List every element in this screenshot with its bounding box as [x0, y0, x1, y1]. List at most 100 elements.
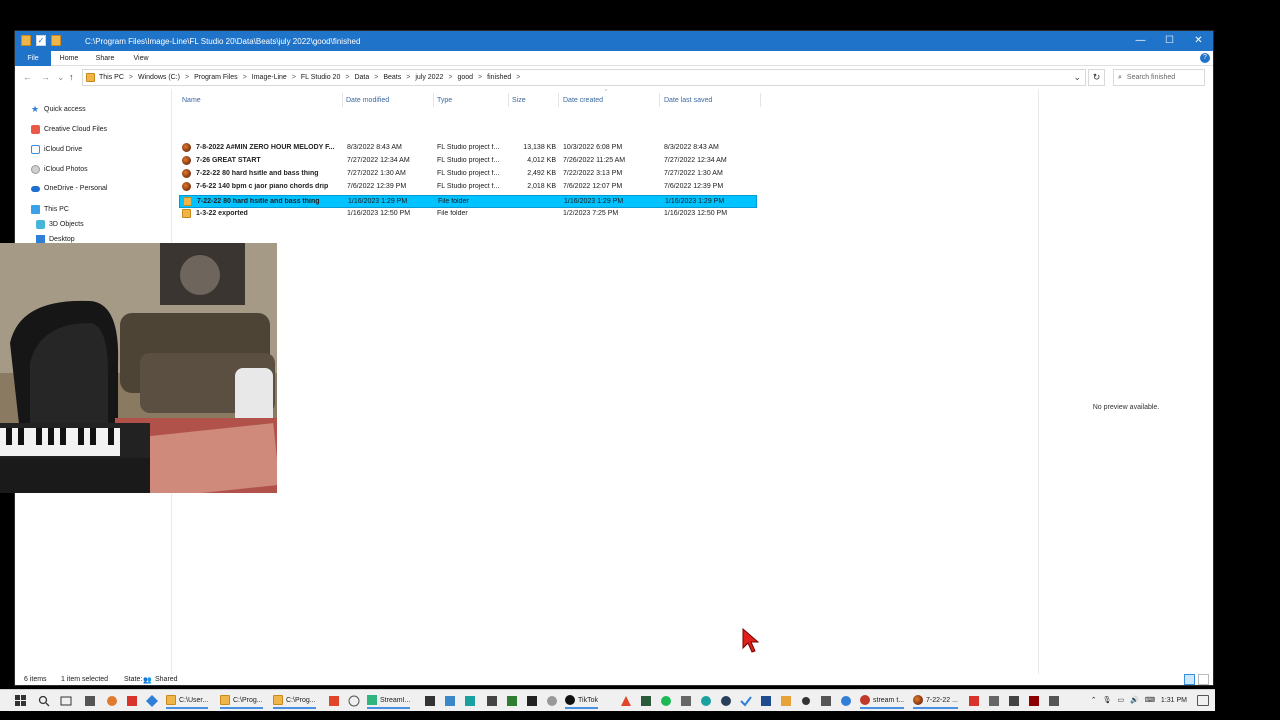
new-folder-icon[interactable]	[51, 35, 61, 46]
taskbar-app-fl-studio[interactable]: 7-22-22 ...	[913, 693, 958, 709]
browser-icon[interactable]	[840, 695, 852, 707]
column-header-type[interactable]: Type	[437, 97, 452, 104]
tab-file[interactable]: File	[15, 51, 51, 66]
keyboard-icon[interactable]: ⌨	[1145, 696, 1155, 704]
table-row[interactable]: 7-6-22 140 bpm c jaor piano chords drip …	[179, 181, 757, 194]
refresh-button[interactable]: ↻	[1088, 69, 1105, 86]
chevron-right-icon[interactable]: >	[374, 74, 378, 81]
chevron-right-icon[interactable]: >	[292, 74, 296, 81]
breadcrumb-item[interactable]: Windows (C:)	[138, 74, 180, 81]
volume-icon[interactable]: 🔊	[1130, 696, 1139, 704]
properties-icon[interactable]: ✓	[36, 35, 46, 46]
breadcrumb-item[interactable]: Data	[354, 74, 369, 81]
table-row-selected[interactable]: 7-22-22 80 hard hsitle and bass thing 1/…	[179, 195, 757, 208]
tab-view[interactable]: View	[125, 51, 157, 66]
app-icon[interactable]	[1008, 695, 1020, 707]
app-icon[interactable]	[780, 695, 792, 707]
chevron-right-icon[interactable]: >	[243, 74, 247, 81]
column-divider[interactable]	[659, 93, 660, 107]
column-divider[interactable]	[342, 93, 343, 107]
app-icon[interactable]	[988, 695, 1000, 707]
help-icon[interactable]: ?	[1200, 53, 1210, 63]
app-icon[interactable]	[328, 695, 340, 707]
chevron-right-icon[interactable]: >	[129, 74, 133, 81]
breadcrumb-item[interactable]: Image-Line	[252, 74, 287, 81]
breadcrumb-item[interactable]: Beats	[383, 74, 401, 81]
task-view-icon[interactable]	[60, 695, 72, 707]
column-divider[interactable]	[433, 93, 434, 107]
search-input[interactable]: ⌕ Search finished	[1113, 69, 1205, 86]
app-icon[interactable]	[146, 695, 158, 707]
sidebar-item-icloud-drive[interactable]: iCloud Drive	[31, 145, 82, 154]
column-header-date-created[interactable]: Date created	[563, 97, 603, 104]
details-view-button[interactable]	[1184, 674, 1195, 685]
microphone-icon[interactable]: 🎙	[1103, 696, 1112, 704]
app-icon[interactable]	[1028, 695, 1040, 707]
column-header-date-last-saved[interactable]: Date last saved	[664, 97, 712, 104]
column-header-name[interactable]: Name	[182, 97, 201, 104]
app-icon[interactable]	[126, 695, 138, 707]
breadcrumb-item[interactable]: good	[457, 74, 473, 81]
tab-share[interactable]: Share	[89, 51, 121, 66]
recent-locations-button[interactable]: ⌄	[57, 72, 65, 83]
chevron-right-icon[interactable]: >	[185, 74, 189, 81]
sidebar-item-icloud-photos[interactable]: iCloud Photos	[31, 165, 88, 174]
taskbar-app-stream[interactable]: stream t...	[860, 693, 905, 709]
sidebar-item-3d-objects[interactable]: 3D Objects	[36, 220, 84, 229]
search-icon[interactable]	[38, 695, 50, 707]
sidebar-item-quick-access[interactable]: ★ Quick access	[31, 105, 86, 114]
up-button[interactable]: ↑	[69, 72, 74, 82]
app-icon[interactable]	[486, 695, 498, 707]
app-icon[interactable]	[640, 695, 652, 707]
column-divider[interactable]	[508, 93, 509, 107]
app-icon[interactable]	[700, 695, 712, 707]
taskbar-app-explorer[interactable]: C:\Prog...	[273, 693, 316, 709]
app-icon[interactable]	[464, 695, 476, 707]
table-row[interactable]: 7-22-22 80 hard hsitle and bass thing 7/…	[179, 168, 757, 181]
breadcrumb-item[interactable]: july 2022	[415, 74, 443, 81]
app-icon[interactable]	[820, 695, 832, 707]
app-icon[interactable]	[800, 695, 812, 707]
breadcrumb-item[interactable]: Program Files	[194, 74, 238, 81]
app-icon[interactable]	[526, 695, 538, 707]
minimize-button[interactable]: —	[1126, 31, 1155, 51]
chevron-up-icon[interactable]: ⌃	[1091, 696, 1097, 704]
close-button[interactable]: ✕	[1184, 31, 1213, 51]
taskbar-app-streamlabs[interactable]: StreamI...	[367, 693, 411, 709]
spotify-icon[interactable]	[660, 695, 672, 707]
tab-home[interactable]: Home	[53, 51, 85, 66]
app-icon[interactable]	[968, 695, 980, 707]
chevron-right-icon[interactable]: >	[345, 74, 349, 81]
column-divider[interactable]	[760, 93, 761, 107]
address-dropdown-button[interactable]: ⌄	[1073, 72, 1081, 83]
taskbar-app-explorer[interactable]: C:\Prog...	[220, 693, 263, 709]
breadcrumb-item[interactable]: This PC	[99, 74, 124, 81]
column-divider[interactable]	[558, 93, 559, 107]
app-icon[interactable]	[424, 695, 436, 707]
chevron-right-icon[interactable]: >	[406, 74, 410, 81]
clock[interactable]: 1:31 PM	[1161, 697, 1187, 704]
table-row[interactable]: 1-3-22 exported 1/16/2023 12:50 PM File …	[179, 208, 757, 221]
maximize-button[interactable]: ☐	[1155, 31, 1184, 51]
sidebar-item-this-pc[interactable]: This PC	[31, 205, 69, 214]
fl-studio-icon[interactable]	[106, 695, 118, 707]
sidebar-item-creative-cloud[interactable]: Creative Cloud Files	[31, 125, 107, 134]
column-header-date-modified[interactable]: Date modified	[346, 97, 389, 104]
taskbar-app-explorer[interactable]: C:\User...	[166, 693, 209, 709]
table-row[interactable]: 7-8-2022 A#MIN ZERO HOUR MELODY F... 8/3…	[179, 142, 757, 155]
app-icon[interactable]	[740, 695, 752, 707]
forward-button[interactable]: →	[41, 72, 50, 82]
table-row[interactable]: 7-26 GREAT START 7/27/2022 12:34 AM FL S…	[179, 155, 757, 168]
steam-icon[interactable]	[720, 695, 732, 707]
chevron-right-icon[interactable]: >	[478, 74, 482, 81]
sidebar-item-onedrive[interactable]: OneDrive - Personal	[31, 185, 107, 192]
breadcrumb-item[interactable]: FL Studio 20	[301, 74, 340, 81]
app-icon[interactable]	[84, 695, 96, 707]
app-icon[interactable]	[1048, 695, 1060, 707]
back-button[interactable]: ←	[23, 72, 32, 82]
notification-icon[interactable]	[1197, 695, 1209, 706]
app-icon[interactable]	[546, 695, 558, 707]
app-icon[interactable]	[506, 695, 518, 707]
column-header-size[interactable]: Size	[512, 97, 526, 104]
network-icon[interactable]: ▭	[1117, 696, 1124, 704]
